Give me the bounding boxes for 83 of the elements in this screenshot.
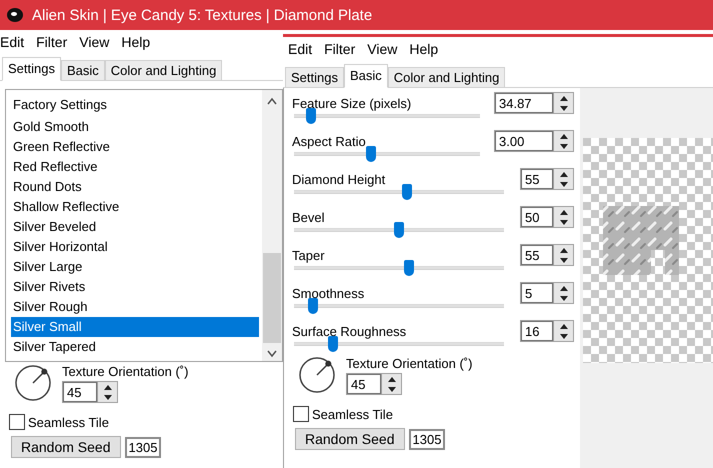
slider-label: Aspect Ratio	[292, 134, 366, 148]
value-spinbox[interactable]: 3.00	[494, 130, 574, 152]
orientation-spinbox[interactable]: 45	[346, 373, 402, 395]
slider-label: Smoothness	[292, 286, 364, 300]
seamless-checkbox[interactable]	[9, 414, 25, 430]
orientation-spinbox[interactable]: 45	[62, 381, 118, 403]
value-spinbox[interactable]: 16	[520, 320, 574, 342]
slider-thumb[interactable]	[306, 108, 316, 124]
up-arrow-icon[interactable]	[388, 376, 396, 382]
slider-label: Taper	[292, 248, 325, 262]
angle-dial-icon[interactable]	[298, 356, 336, 394]
down-arrow-icon[interactable]	[560, 334, 568, 338]
tab[interactable]: Settings	[285, 67, 344, 88]
down-arrow-icon[interactable]	[560, 144, 568, 148]
down-arrow-icon[interactable]	[104, 394, 112, 400]
down-arrow-icon[interactable]	[560, 182, 568, 186]
value-spinbox[interactable]: 55	[520, 168, 574, 190]
app-logo-icon	[6, 6, 24, 24]
menu-item[interactable]: Filter	[36, 34, 68, 55]
tab[interactable]: Basic	[344, 64, 388, 88]
seed-field[interactable]: 1305	[124, 436, 162, 458]
slider-label: Surface Roughness	[292, 324, 406, 338]
menu-item[interactable]: Help	[409, 41, 438, 62]
up-arrow-icon[interactable]	[104, 384, 112, 390]
seed-field[interactable]: 1305	[408, 428, 446, 450]
seamless-label: Seamless Tile	[28, 414, 109, 430]
up-arrow-icon[interactable]	[560, 172, 568, 176]
orientation-label: Texture Orientation (˚)	[346, 356, 472, 371]
slider-label: Bevel	[292, 210, 325, 224]
preset-item[interactable]: Silver Small	[11, 317, 259, 337]
preset-item[interactable]: Silver Horizontal	[11, 237, 259, 257]
value-spinbox[interactable]: 5	[520, 282, 574, 304]
slider-thumb[interactable]	[402, 184, 412, 200]
tab[interactable]: Color and Lighting	[388, 67, 506, 88]
menu-item[interactable]: View	[79, 34, 110, 55]
slider-label: Diamond Height	[292, 172, 386, 186]
preset-item[interactable]: Silver Rough	[11, 297, 259, 317]
preset-item[interactable]: Silver Rivets	[11, 277, 259, 297]
up-arrow-icon[interactable]	[560, 286, 568, 290]
up-arrow-icon[interactable]	[560, 248, 568, 252]
scrollbar[interactable]	[262, 90, 282, 361]
preset-item[interactable]: Silver Large	[11, 257, 259, 277]
menu-item[interactable]: View	[367, 41, 398, 62]
preset-item[interactable]: Round Dots	[11, 177, 259, 197]
slider-thumb[interactable]	[328, 336, 338, 352]
down-arrow-icon[interactable]	[560, 106, 568, 110]
preset-item[interactable]: Silver Beveled	[11, 217, 259, 237]
up-arrow-icon[interactable]	[560, 324, 568, 328]
menu-item[interactable]: Filter	[324, 41, 356, 62]
slider-thumb[interactable]	[404, 260, 414, 276]
preset-item[interactable]: Silver Tapered	[11, 337, 259, 357]
down-arrow-icon[interactable]	[388, 386, 396, 392]
up-arrow-icon[interactable]	[560, 96, 568, 100]
preset-item[interactable]: Red Reflective	[11, 157, 259, 177]
window-title: Alien Skin | Eye Candy 5: Textures | Diamond Plate	[32, 6, 372, 24]
menu-item[interactable]: Help	[121, 34, 150, 55]
seamless-label: Seamless Tile	[312, 406, 393, 422]
value-spinbox[interactable]: 50	[520, 206, 574, 228]
menu-item[interactable]: Edit	[288, 41, 312, 62]
slider-thumb[interactable]	[308, 298, 318, 314]
slider-thumb[interactable]	[394, 222, 404, 238]
tab[interactable]: Settings	[2, 57, 61, 81]
random-seed-button[interactable]: Random Seed	[295, 428, 405, 450]
menu-item[interactable]: Edit	[0, 34, 24, 55]
random-seed-button[interactable]: Random Seed	[11, 436, 121, 458]
orientation-label: Texture Orientation (˚)	[62, 364, 188, 379]
angle-dial-icon[interactable]	[14, 364, 52, 402]
tab[interactable]: Color and Lighting	[104, 60, 222, 81]
up-arrow-icon[interactable]	[560, 210, 568, 214]
preset-item[interactable]: Shallow Reflective	[11, 197, 259, 217]
preset-item[interactable]: Green Reflective	[11, 137, 259, 157]
down-arrow-icon[interactable]	[560, 296, 568, 300]
value-spinbox[interactable]: 34.87	[494, 92, 574, 114]
slider-label: Feature Size (pixels)	[292, 96, 412, 110]
up-arrow-icon[interactable]	[560, 134, 568, 138]
down-arrow-icon[interactable]	[560, 258, 568, 262]
preset-item[interactable]: Gold Smooth	[11, 117, 259, 137]
down-arrow-icon[interactable]	[560, 220, 568, 224]
seamless-checkbox[interactable]	[293, 406, 309, 422]
value-spinbox[interactable]: 55	[520, 244, 574, 266]
preset-item[interactable]: Factory Settings	[11, 95, 259, 115]
tab[interactable]: Basic	[60, 60, 105, 81]
slider-thumb[interactable]	[366, 146, 376, 162]
